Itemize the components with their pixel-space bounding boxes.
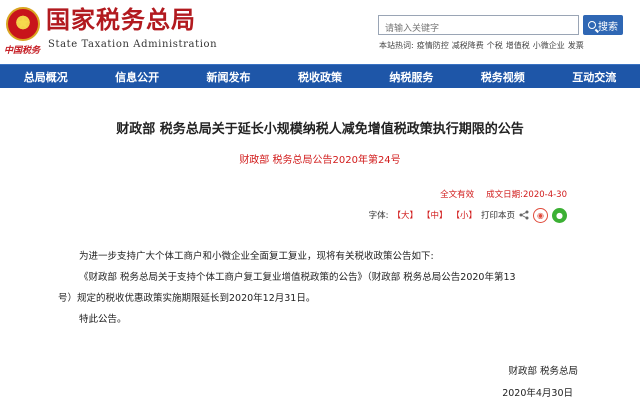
site-slogan: 中国税务 [4, 46, 41, 56]
article-body: 为进一步支持广大个体工商户和小微企业全面复工复业，现将有关税收政策公告如下: 《… [58, 246, 578, 330]
nav-item-news[interactable]: 新闻发布 [183, 65, 274, 88]
search-button[interactable]: 搜索 [583, 15, 623, 35]
font-size-label: 字体: [368, 211, 389, 221]
font-medium-button[interactable]: 【中】 [422, 209, 448, 221]
signature-date: 2020年4月30日 [502, 388, 573, 399]
hot-word[interactable]: 减税降费 [452, 41, 484, 50]
hot-word[interactable]: 增值税 [506, 41, 530, 50]
signature-org: 财政部 税务总局 [508, 366, 578, 377]
article-paragraph: 号）规定的税收优惠政策实施期限延长到2020年12月31日。 [58, 293, 316, 304]
hot-words-label: 本站热词: [379, 41, 414, 50]
article-title: 财政部 税务总局关于延长小规模纳税人减免增值税政策执行期限的公告 [116, 122, 524, 137]
article-paragraph: 特此公告。 [79, 314, 127, 325]
hot-word[interactable]: 疫情防控 [417, 41, 449, 50]
hot-word[interactable]: 个税 [487, 41, 503, 50]
search-icon [588, 21, 596, 29]
emblem-icon: ★ [6, 7, 40, 41]
nav-item-tax-policy[interactable]: 税收政策 [274, 65, 365, 88]
search-input[interactable] [379, 20, 578, 38]
article-paragraph: 《财政部 税务总局关于支持个体工商户复工复业增值税政策的公告》（财政部 税务总局… [79, 272, 516, 283]
share-icon[interactable] [519, 210, 529, 220]
weibo-icon[interactable]: ◉ [533, 207, 548, 223]
print-button[interactable]: 打印本页 [481, 209, 515, 221]
article-date: 2020-4-30 [523, 190, 567, 200]
article-subtitle: 财政部 税务总局公告2020年第24号 [239, 155, 401, 166]
site-header: ★ 国家税务总局 State Taxation Administration 中… [0, 0, 640, 64]
hot-word[interactable]: 发票 [568, 41, 584, 50]
nav-item-info-disclosure[interactable]: 信息公开 [91, 65, 182, 88]
article-content: 财政部 税务总局关于延长小规模纳税人减免增值税政策执行期限的公告 财政部 税务总… [0, 88, 640, 406]
date-label: 成文日期: [486, 190, 523, 200]
font-large-button[interactable]: 【大】 [392, 209, 418, 221]
site-logo-title[interactable]: 国家税务总局 [46, 6, 196, 34]
hot-words: 本站热词: 疫情防控 减税降费 个税 增值税 小微企业 发票 [379, 40, 587, 51]
nav-item-interaction[interactable]: 互动交流 [549, 65, 640, 88]
nav-item-taxpayer-service[interactable]: 纳税服务 [366, 65, 457, 88]
main-nav: 总局概况 信息公开 新闻发布 税收政策 纳税服务 税务视频 互动交流 [0, 64, 640, 88]
validity-status: 全文有效 [440, 190, 475, 200]
search-button-label: 搜索 [598, 21, 618, 33]
wechat-icon[interactable]: ● [552, 207, 567, 223]
article-meta: 全文有效 成文日期:2020-4-30 [0, 188, 567, 200]
article-tools: 字体: 【大】 【中】 【小】 打印本页 ◉ ● [0, 206, 567, 224]
article-paragraph: 为进一步支持广大个体工商户和小微企业全面复工复业，现将有关税收政策公告如下: [79, 251, 434, 262]
search-box [378, 15, 579, 38]
hot-word[interactable]: 小微企业 [533, 41, 565, 50]
font-small-button[interactable]: 【小】 [451, 209, 477, 221]
nav-item-tax-video[interactable]: 税务视频 [457, 65, 548, 88]
nav-item-overview[interactable]: 总局概况 [0, 65, 91, 88]
site-logo-english: State Taxation Administration [48, 39, 218, 50]
